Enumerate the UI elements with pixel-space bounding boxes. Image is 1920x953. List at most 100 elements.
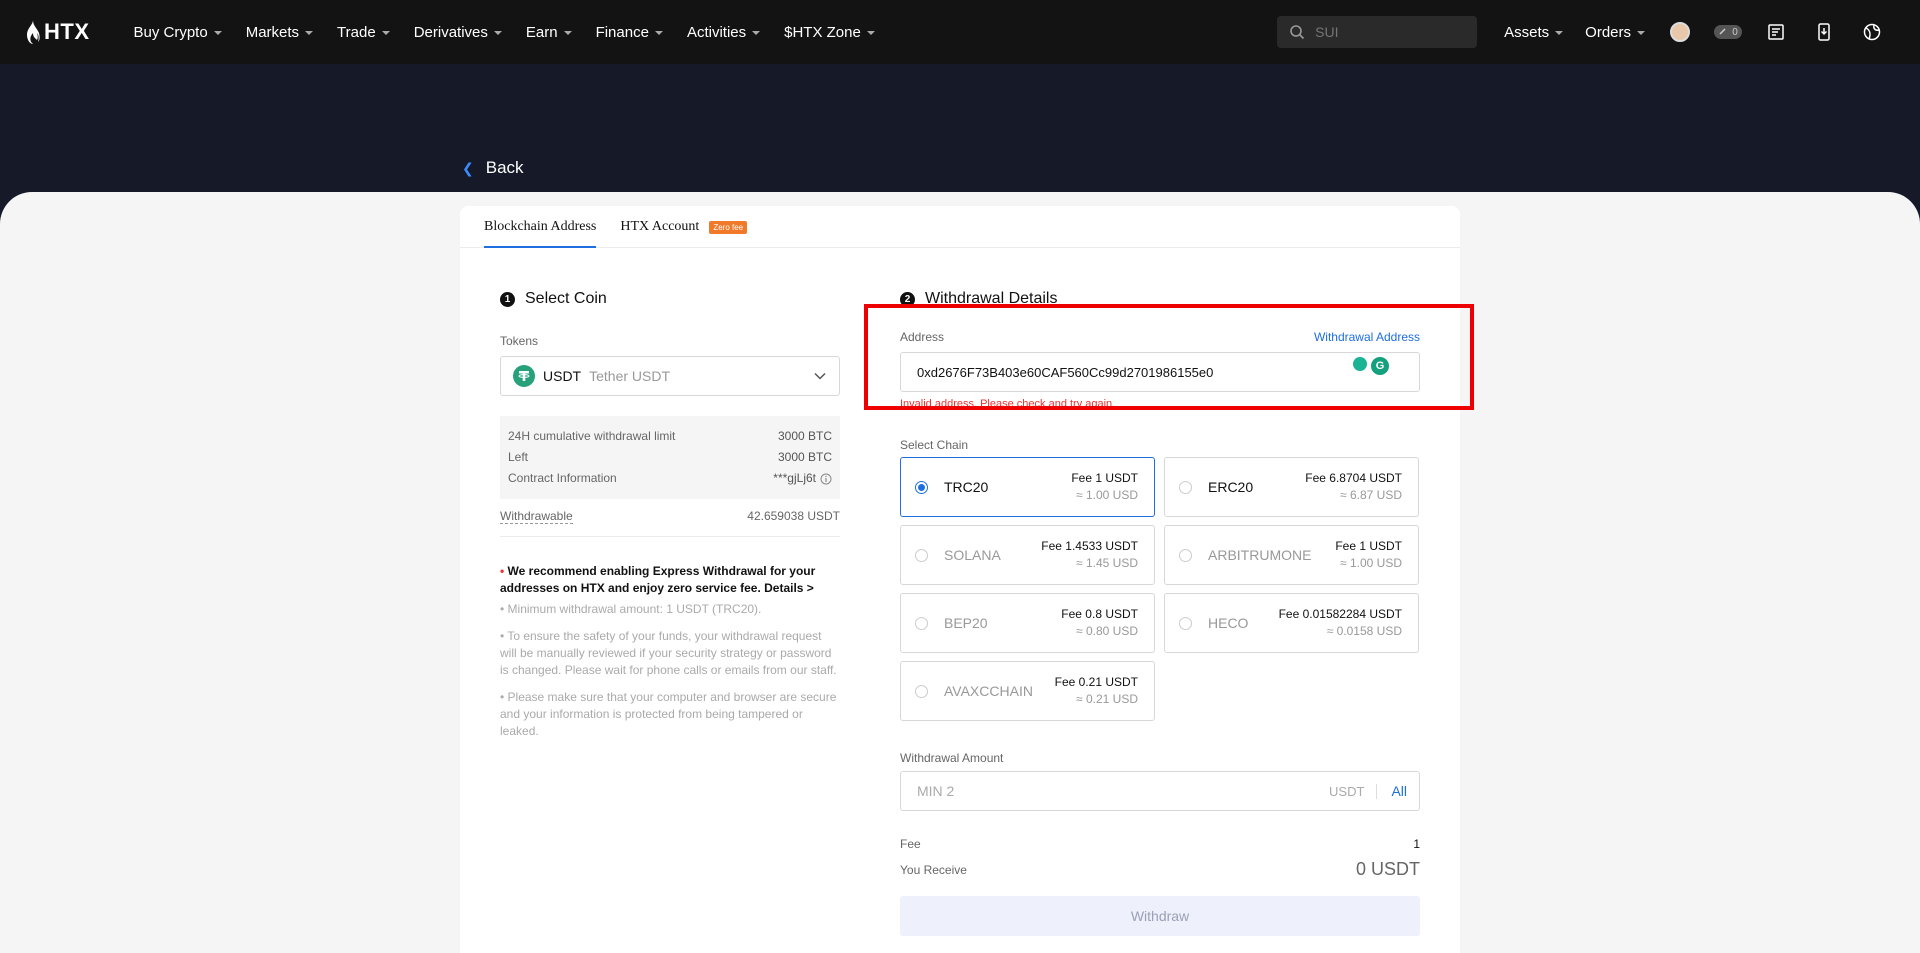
chain-fee: Fee 1.4533 USDT ≈ 1.45 USD (1041, 538, 1138, 572)
nav-label: Activities (686, 23, 747, 41)
info-icon[interactable] (820, 473, 832, 485)
chain-arbitrumone[interactable]: ARBITRUMONE Fee 1 USDT ≈ 1.00 USD (1164, 525, 1419, 585)
withdrawal-address-link[interactable]: Withdrawal Address (1314, 330, 1420, 344)
search-box[interactable] (1277, 16, 1478, 48)
min-amount-note: • Minimum withdrawal amount: 1 USDT (TRC… (500, 602, 762, 616)
nav-derivatives[interactable]: Derivatives (402, 0, 514, 64)
chain-trc20[interactable]: TRC20 Fee 1 USDT ≈ 1.00 USD (900, 457, 1155, 517)
profile-button[interactable] (1656, 0, 1704, 64)
chain-name: HECO (1208, 615, 1249, 631)
address-value: 0xd2676F73B403e60CAF560Cc99d2701986155e0 (917, 364, 1214, 380)
fee-usd: ≈ 1.00 USD (1340, 556, 1402, 570)
address-label: Address (900, 330, 945, 344)
bullet: • (500, 564, 508, 578)
withdrawable-label[interactable]: Withdrawable (500, 509, 573, 524)
grammarly-icon: G (1371, 357, 1389, 375)
tab-blockchain-address[interactable]: Blockchain Address (484, 219, 597, 248)
radio-icon (1179, 480, 1192, 494)
token-symbol: USDT (543, 368, 582, 384)
chain-fee: Fee 0.8 USDT ≈ 0.80 USD (1061, 606, 1138, 640)
withdrawable-row: Withdrawable 42.659038 USDT (500, 509, 840, 537)
fee-row: Fee 1 (900, 837, 1420, 851)
radio-icon (915, 616, 928, 630)
caret-down-icon (213, 31, 222, 35)
chain-name: ARBITRUMONE (1208, 547, 1312, 563)
chevron-down-icon (814, 372, 826, 380)
withdraw-tabs: Blockchain Address HTX Account Zero fee (460, 206, 1460, 248)
nav-htx-zone[interactable]: $HTX Zone (772, 0, 887, 64)
chain-bep20[interactable]: BEP20 Fee 0.8 USDT ≈ 0.80 USD (900, 593, 1155, 653)
nav-label: Assets (1504, 23, 1550, 41)
nav-earn[interactable]: Earn (514, 0, 584, 64)
back-link[interactable]: ❮ Back (462, 158, 524, 178)
limit-label: 24H cumulative withdrawal limit (508, 429, 676, 443)
caret-down-icon (1555, 31, 1564, 35)
nav-finance[interactable]: Finance (584, 0, 675, 64)
nav-orders[interactable]: Orders (1574, 0, 1656, 64)
token-select[interactable]: USDT Tether USDT (500, 356, 840, 396)
chain-solana[interactable]: SOLANA Fee 1.4533 USDT ≈ 1.45 USD (900, 525, 1155, 585)
limit-row: 24H cumulative withdrawal limit 3000 BTC (508, 426, 832, 447)
nav-label: Earn (525, 23, 558, 41)
select-chain-label: Select Chain (900, 438, 969, 452)
nav-activities[interactable]: Activities (675, 0, 772, 64)
safety-note: • To ensure the safety of your funds, yo… (500, 629, 837, 677)
rewards-button[interactable]: 0 (1704, 0, 1752, 64)
chain-erc20[interactable]: ERC20 Fee 6.8704 USDT ≈ 6.87 USD (1164, 457, 1419, 517)
step-number: 1 (500, 291, 515, 307)
chevron-left-icon: ❮ (462, 159, 474, 176)
nav-trade[interactable]: Trade (325, 0, 402, 64)
all-button[interactable]: All (1377, 783, 1407, 799)
tokens-label: Tokens (500, 334, 539, 348)
rewards-pill: 0 (1714, 25, 1742, 39)
htx-logo[interactable]: HTX (24, 19, 90, 45)
amount-label: Withdrawal Amount (900, 751, 1004, 765)
tether-icon (513, 365, 535, 387)
token-name: Tether USDT (589, 368, 671, 384)
fee-amount: Fee 1 USDT (1335, 539, 1402, 553)
avatar (1670, 22, 1690, 42)
zero-fee-badge: Zero fee (709, 220, 748, 234)
fee-amount: Fee 0.21 USDT (1054, 675, 1138, 689)
express-note-text: We recommend enabling Express Withdrawal… (500, 564, 816, 595)
nav-assets[interactable]: Assets (1493, 0, 1574, 64)
fee-amount: Fee 1.4533 USDT (1041, 539, 1138, 553)
fee-usd: ≈ 0.80 USD (1076, 624, 1138, 638)
nav-buy-crypto[interactable]: Buy Crypto (122, 0, 234, 64)
search-input[interactable] (1315, 24, 1456, 40)
receive-label: You Receive (900, 862, 967, 877)
radio-icon (1179, 616, 1192, 630)
brand-name: HTX (44, 19, 90, 44)
withdraw-button[interactable]: Withdraw (900, 896, 1420, 936)
nav-right: Assets Orders 0 (1277, 0, 1896, 64)
grammar-extension[interactable]: G (1353, 357, 1389, 375)
radio-icon (915, 548, 928, 562)
chain-heco[interactable]: HECO Fee 0.01582284 USDT ≈ 0.0158 USD (1164, 593, 1419, 653)
chain-fee: Fee 1 USDT ≈ 1.00 USD (1071, 470, 1138, 504)
receive-row: You Receive 0 USDT (900, 859, 1420, 880)
express-note[interactable]: • We recommend enabling Express Withdraw… (500, 563, 840, 597)
contract-row: Contract Information ***gjLj6t (508, 468, 832, 489)
chain-avaxcchain[interactable]: AVAXCCHAIN Fee 0.21 USDT ≈ 0.21 USD (900, 661, 1155, 721)
limit-value: 3000 BTC (777, 429, 832, 443)
security-note: • Please make sure that your computer an… (500, 690, 837, 738)
rewards-count: 0 (1732, 26, 1738, 38)
address-input[interactable]: 0xd2676F73B403e60CAF560Cc99d2701986155e0… (900, 352, 1420, 392)
chain-fee: Fee 1 USDT ≈ 1.00 USD (1335, 538, 1402, 572)
news-icon (1768, 24, 1784, 40)
language-button[interactable] (1848, 0, 1896, 64)
chain-name: ERC20 (1208, 479, 1254, 495)
contract-label: Contract Information (508, 471, 617, 485)
address-error: Invalid address. Please check and try ag… (900, 398, 1116, 410)
step-number: 2 (900, 291, 915, 307)
nav-markets[interactable]: Markets (234, 0, 325, 64)
fee-amount: Fee 0.01582284 USDT (1278, 607, 1402, 621)
download-button[interactable] (1800, 0, 1848, 64)
nav-label: Orders (1585, 23, 1631, 41)
tab-htx-account[interactable]: HTX Account Zero fee (620, 219, 748, 247)
caret-down-icon (1637, 31, 1645, 35)
announcements-button[interactable] (1752, 0, 1800, 64)
address-header: Address Withdrawal Address (900, 330, 1420, 344)
amount-input[interactable]: MIN 2 USDT All (900, 771, 1420, 811)
radio-icon (915, 480, 928, 494)
